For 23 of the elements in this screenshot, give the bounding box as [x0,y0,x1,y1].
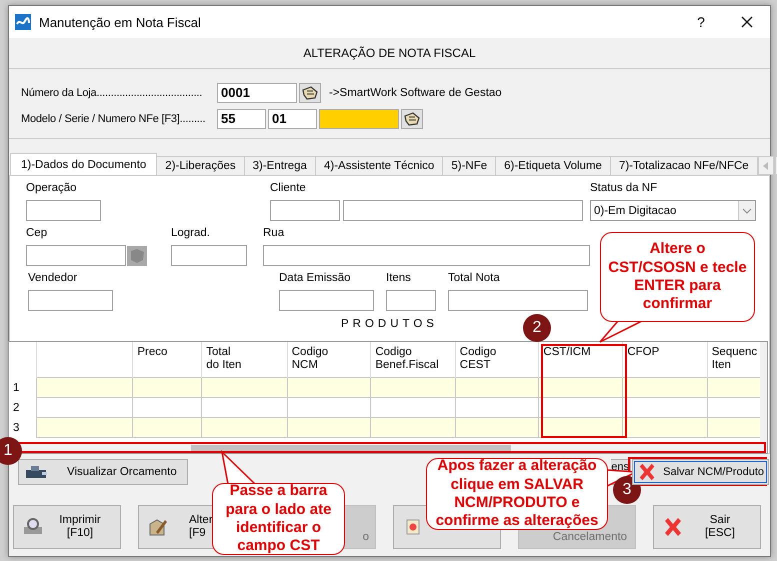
field-label: Vendedor [28,271,78,286]
column-header: Codigo Benef.Fiscal [370,342,456,378]
field-label: Data Emissão [279,271,352,286]
field-label: Cep [26,226,48,241]
field-label: Modelo / Serie / Numero NFe [F3]......... [21,113,206,125]
section-title: PRODUTOS [341,318,438,330]
column-header: Preco [132,342,202,378]
store-name: ->SmartWork Software de Gestao [329,87,502,99]
field-label: Itens [386,271,412,286]
field-label: Total Nota [448,271,501,286]
section-header: ALTERAÇÃO DE NOTA FISCAL [303,46,476,60]
column-header: Total do Iten [202,342,288,378]
tooltip-text: Apos fazer a alteração clique em SALVAR NCM/PRODUTO e confirme as alterações [434,457,600,531]
field-label: Operação [26,181,78,196]
field-label: Cliente [270,181,307,196]
field-label: Número da Loja..................................... [21,87,204,99]
field-label: Lograd. [171,226,212,241]
field-label: Status da NF [590,181,658,196]
field-label: Rua [263,226,286,241]
column-header: Codigo CEST [455,342,539,378]
window-title: Manutenção em Nota Fiscal [39,14,201,30]
tooltip-text: Altere o CST/CSOSN e tecle ENTER para confirmar [607,240,748,314]
column-header: Codigo NCM [287,342,371,378]
